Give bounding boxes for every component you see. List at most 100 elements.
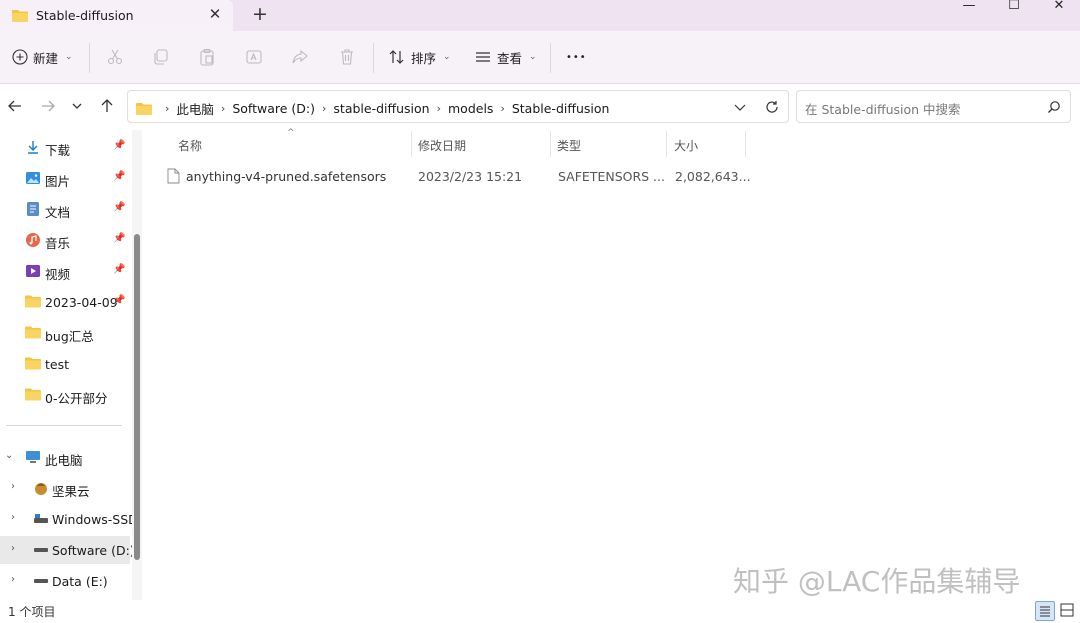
file-icon	[167, 168, 180, 187]
column-divider[interactable]	[745, 131, 746, 157]
sidebar-item-public-part[interactable]: 0-公开部分	[0, 381, 130, 409]
folder-icon	[25, 356, 41, 372]
chevron-right-icon[interactable]: ›	[437, 102, 441, 115]
sidebar-item-label: 视频	[45, 267, 71, 282]
chevron-right-icon[interactable]: ›	[11, 481, 15, 492]
sidebar-item-pictures[interactable]: 图片 📌	[0, 164, 130, 192]
sidebar-scroll-thumb[interactable]	[134, 234, 140, 560]
close-tab-icon[interactable]: ✕	[206, 5, 224, 23]
status-bar	[0, 600, 1080, 623]
sidebar-item-videos[interactable]: 视频 📌	[0, 257, 130, 285]
chevron-right-icon[interactable]: ›	[500, 102, 504, 115]
sidebar-item-label: 坚果云	[52, 484, 90, 499]
chevron-right-icon: ›	[165, 102, 170, 115]
column-divider[interactable]	[666, 131, 667, 157]
sidebar-item-bug-summary[interactable]: bug汇总	[0, 319, 130, 347]
close-window-button[interactable]: ✕	[1036, 0, 1080, 14]
sidebar-item-label: test	[45, 357, 70, 372]
column-header-date[interactable]: 修改日期	[418, 137, 466, 154]
column-divider[interactable]	[550, 131, 551, 157]
watermark: 知乎 @LAC作品集辅导	[733, 565, 1021, 598]
tab-stable-diffusion[interactable]: Stable-diffusion ✕	[0, 0, 233, 31]
pin-icon: 📌	[113, 140, 126, 151]
chevron-right-icon[interactable]: ›	[11, 543, 15, 554]
sidebar-item-documents[interactable]: 文档 📌	[0, 195, 130, 223]
column-header-type[interactable]: 类型	[557, 137, 581, 154]
sidebar-item-label: 音乐	[45, 236, 71, 251]
chevron-down-icon: ⌄	[529, 52, 537, 62]
tiles-view-button[interactable]	[1058, 601, 1078, 621]
chevron-right-icon[interactable]: ›	[322, 102, 326, 115]
chevron-down-icon[interactable]: ⌄	[5, 450, 13, 461]
column-divider[interactable]	[411, 131, 412, 157]
sidebar-item-jianguoyun[interactable]: › 坚果云	[0, 474, 130, 502]
sidebar-divider	[6, 425, 122, 426]
sidebar-item-label: 下载	[45, 143, 71, 158]
breadcrumb-this-pc[interactable]: 此电脑	[176, 99, 214, 118]
address-history-chevron-icon[interactable]	[732, 99, 748, 118]
chevron-right-icon[interactable]: ›	[11, 512, 15, 523]
sidebar-item-this-pc[interactable]: ⌄ 此电脑	[0, 443, 130, 471]
details-view-button[interactable]	[1035, 601, 1055, 621]
computer-icon	[25, 449, 41, 465]
search-input[interactable]: 在 Stable-diffusion 中搜索	[796, 90, 1071, 123]
sort-label: 排序	[411, 50, 437, 66]
pin-icon: 📌	[113, 264, 126, 275]
drive-icon	[33, 511, 49, 527]
new-button[interactable]: 新建 ⌄	[12, 45, 73, 69]
more-options-button[interactable]: •••	[566, 45, 587, 69]
copy-icon[interactable]	[151, 47, 171, 67]
recent-locations-chevron-icon[interactable]	[69, 98, 85, 114]
paste-icon[interactable]	[197, 47, 217, 67]
sidebar-item-downloads[interactable]: 下载 📌	[0, 133, 130, 161]
breadcrumb-stable-diffusion[interactable]: stable-diffusion	[333, 101, 429, 116]
chevron-down-icon: ⌄	[65, 52, 73, 62]
pin-icon: 📌	[113, 171, 126, 182]
sidebar-item-windows-ssd[interactable]: › Windows-SSD	[0, 505, 138, 533]
new-tab-button[interactable]: +	[250, 4, 270, 24]
toolbar-divider	[550, 43, 551, 73]
chevron-right-icon[interactable]: ›	[221, 102, 225, 115]
back-arrow-icon[interactable]	[7, 98, 23, 114]
download-icon	[25, 139, 41, 155]
pictures-icon	[25, 170, 41, 186]
search-icon[interactable]	[1047, 100, 1061, 117]
breadcrumb-models[interactable]: models	[448, 101, 493, 116]
delete-icon[interactable]	[337, 47, 357, 67]
up-arrow-icon[interactable]	[99, 98, 115, 114]
cut-icon[interactable]	[105, 47, 125, 67]
sidebar-item-music[interactable]: 音乐 📌	[0, 226, 130, 254]
file-date: 2023/2/23 15:21	[418, 169, 523, 184]
sidebar-item-data-e[interactable]: › Data (E:)	[0, 567, 130, 595]
pin-icon: 📌	[113, 233, 126, 244]
sidebar-item-software-d[interactable]: › Software (D:)	[0, 536, 135, 564]
chevron-right-icon[interactable]: ›	[11, 574, 15, 585]
item-count: 1 个项目	[8, 605, 56, 619]
folder-icon	[136, 103, 152, 115]
sidebar-item-label: Data (E:)	[52, 574, 108, 589]
refresh-icon[interactable]	[764, 99, 780, 118]
sidebar-item-test[interactable]: test	[0, 350, 130, 378]
column-header-size[interactable]: 大小	[674, 137, 698, 154]
rename-icon[interactable]	[244, 47, 264, 67]
column-header-name[interactable]: 名称	[178, 137, 202, 154]
maximize-button[interactable]: ☐	[991, 0, 1037, 14]
minimize-button[interactable]: —	[946, 0, 992, 14]
sort-button[interactable]: 排序 ⌄	[388, 45, 451, 69]
sidebar-item-label: Windows-SSD	[52, 512, 138, 527]
breadcrumb-software-d[interactable]: Software (D:)	[232, 101, 315, 116]
forward-arrow-icon[interactable]	[40, 98, 56, 114]
folder-icon	[25, 325, 41, 341]
videos-icon	[25, 263, 41, 279]
sidebar-item-label: 0-公开部分	[45, 391, 108, 406]
share-icon[interactable]	[290, 47, 310, 67]
file-name[interactable]: anything-v4-pruned.safetensors	[186, 169, 386, 184]
view-label: 查看	[497, 50, 523, 66]
address-bar[interactable]: › 此电脑 › Software (D:) › stable-diffusion…	[127, 90, 789, 123]
command-bar: 新建 ⌄ 排序 ⌄ 查看 ⌄ •••	[0, 31, 1080, 84]
file-type: SAFETENSORS ...	[558, 169, 665, 184]
sidebar-item-2023-04-09[interactable]: 2023-04-09 📌	[0, 288, 130, 316]
view-button[interactable]: 查看 ⌄	[474, 45, 537, 69]
chevron-down-icon: ⌄	[443, 52, 451, 62]
breadcrumb-stable-diffusion-folder[interactable]: Stable-diffusion	[512, 101, 610, 116]
